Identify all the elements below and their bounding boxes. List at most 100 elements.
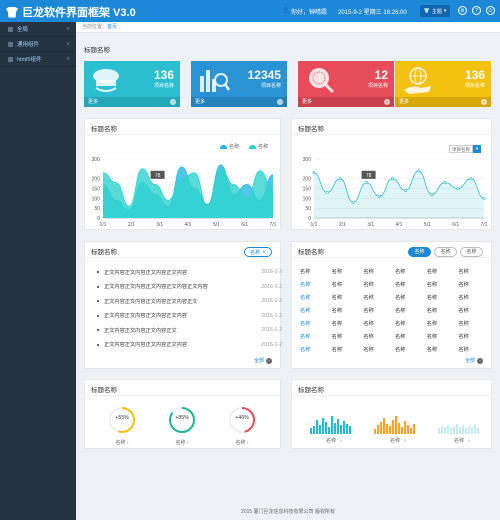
news-text: 正文内容正文内容正文内容正文内容正文内容 bbox=[104, 284, 208, 290]
table-row: 名称 名称 名称 名称 名称 名称 bbox=[298, 291, 488, 304]
data-point bbox=[312, 171, 316, 175]
stat-tile[interactable]: 12345 项目名称 更多 › bbox=[191, 61, 287, 107]
app-title: 巨龙软件界面框架 V3.0 bbox=[22, 7, 136, 19]
x-tick-label: 4/1 bbox=[185, 222, 192, 228]
news-panel: 标题名称 名称 ∨ 正文内容正文内容正文内容正文内容 2016-1-2 正文内容正文内… bbox=[84, 241, 282, 369]
tab-1[interactable]: 名称 bbox=[408, 247, 431, 257]
sidebar-item-common[interactable]: 通用组件 ∨ bbox=[0, 37, 76, 52]
footer: 2015 厦门巨龙信息科技有限公司 版权所有 bbox=[241, 509, 335, 515]
stat-tile[interactable]: 136 项目名称更多 › bbox=[84, 61, 180, 107]
tile-label: 项目名称 bbox=[260, 83, 281, 89]
x-tick-label: 2/1 bbox=[339, 222, 346, 228]
datetime: 2015-9-2 星期三 16:26:00 bbox=[338, 10, 407, 16]
user-greeting[interactable]: 你好，钟晴霞 bbox=[291, 7, 327, 16]
view-all-link[interactable]: 全部 › bbox=[254, 357, 272, 364]
table-cell[interactable]: 名称 bbox=[298, 333, 330, 340]
table-cell[interactable]: 名称 bbox=[298, 346, 330, 353]
bar bbox=[380, 422, 383, 434]
table-cell: 名称 bbox=[331, 282, 343, 288]
table-cell[interactable]: 名称 bbox=[298, 294, 330, 301]
arrow-right-icon: › bbox=[404, 438, 406, 444]
news-item[interactable]: 正文内容正文内容正文内容正文内容 2016-1-2 bbox=[97, 310, 282, 322]
x-tick-label: 1/1 bbox=[311, 222, 318, 228]
table-header-cell: 名称 bbox=[300, 269, 311, 275]
bullet-icon bbox=[97, 285, 99, 288]
x-tick-label: 1/1 bbox=[100, 222, 107, 228]
bar bbox=[319, 425, 322, 434]
stat-tile[interactable]: 12 项目名称 更多 › bbox=[298, 61, 394, 107]
bullet-icon bbox=[97, 314, 99, 317]
breadcrumb-current[interactable]: 首页 bbox=[107, 24, 117, 30]
power-icon[interactable]: ⏻ bbox=[486, 6, 495, 15]
bar bbox=[474, 425, 477, 434]
tooltip-value: 78 bbox=[366, 173, 372, 179]
panel-title: 标题名称 bbox=[91, 249, 117, 256]
tab-3[interactable]: 名称 bbox=[460, 247, 483, 257]
news-text: 正文内容正文内容正文内容正文内容正文 bbox=[104, 298, 198, 305]
table-cell[interactable]: 名称 bbox=[298, 307, 330, 314]
data-point bbox=[430, 192, 434, 196]
settings-icon[interactable]: ⚙ bbox=[458, 6, 467, 15]
x-tick-label: 6/1 bbox=[452, 222, 459, 228]
news-item[interactable]: 正文内容正文内容正文内容正文内容正文内容 2016-1-2 bbox=[97, 281, 282, 293]
table-panel: 标题名称 名称 名称 名称 名称 名称 名称 名称 名称 名称 名称 名称 名称 名称 名称 名称 名称… bbox=[291, 241, 492, 369]
news-item[interactable]: 正文内容正文内容正文内容正文 2016-1-2 bbox=[97, 324, 282, 336]
y-tick-label: 200 bbox=[303, 177, 312, 183]
bar bbox=[346, 424, 349, 434]
table-cell: 名称 bbox=[426, 334, 438, 340]
tile-value: 136 bbox=[464, 68, 485, 82]
gauge-percent: +46% bbox=[235, 415, 249, 421]
arrow-right-icon: › bbox=[170, 99, 176, 105]
news-date: 2016-1-2 bbox=[261, 312, 282, 319]
tile-label: 项目名称 bbox=[153, 83, 174, 89]
sidebar-item-global[interactable]: 全局 ∨ bbox=[0, 22, 76, 37]
bar bbox=[398, 423, 401, 434]
mini-bar-charts: 名称 › 名称 › 名称 › bbox=[310, 416, 480, 444]
theme-button[interactable]: 👕 主题 ▾ bbox=[420, 5, 450, 17]
gauge-label[interactable]: 名称 › bbox=[219, 439, 265, 446]
chevron-down-icon: ∨ bbox=[66, 56, 70, 62]
bar bbox=[337, 419, 340, 434]
gauge-label[interactable]: 名称 › bbox=[99, 439, 145, 446]
bar bbox=[477, 428, 480, 434]
table-cell[interactable]: 名称 bbox=[298, 281, 330, 288]
police-cap-icon bbox=[93, 69, 119, 92]
gauge-label[interactable]: 名称 › bbox=[159, 439, 205, 446]
tile-more-link[interactable]: 更多 › bbox=[298, 97, 394, 107]
bar bbox=[444, 427, 447, 434]
tile-value: 136 bbox=[153, 68, 174, 82]
news-item[interactable]: 正文内容正文内容正文内容正文内容 2016-1-2 bbox=[97, 339, 282, 351]
stat-tile[interactable]: 136 项目名称 更多 › bbox=[395, 61, 491, 107]
tile-more-link[interactable]: 更多 › bbox=[84, 97, 180, 107]
x-tick-label: 3/1 bbox=[156, 222, 163, 228]
tooltip-value: 78 bbox=[155, 173, 161, 179]
gauge-percent: +85% bbox=[175, 415, 189, 421]
bar bbox=[462, 425, 465, 434]
bar bbox=[471, 427, 474, 434]
tile-more-link[interactable]: 更多 › bbox=[191, 97, 287, 107]
news-item[interactable]: 正文内容正文内容正文内容正文内容正文 2016-1-2 bbox=[97, 295, 282, 307]
table-cell: 名称 bbox=[331, 321, 343, 327]
help-icon[interactable]: ? bbox=[472, 6, 481, 15]
table-row: 名称 名称 名称 名称 名称 名称 bbox=[298, 317, 488, 330]
name-dropdown-button[interactable]: 名称 ∨ bbox=[244, 247, 272, 257]
tab-2[interactable]: 名称 bbox=[434, 247, 457, 257]
data-point bbox=[377, 194, 381, 198]
tile-more-link[interactable]: 更多 › bbox=[395, 97, 491, 107]
bar bbox=[340, 425, 343, 434]
chevron-down-icon: ∨ bbox=[66, 26, 70, 32]
bar bbox=[459, 427, 462, 434]
gear-icon bbox=[8, 26, 13, 32]
sidebar-item-label: 通用组件 bbox=[17, 42, 40, 48]
area-chart: 3002001501005001/1 2/1 3/1 4/1 5/1 6/1 7/178 bbox=[303, 157, 488, 228]
table-header-cell: 名称 bbox=[426, 269, 438, 275]
y-tick-label: 100 bbox=[303, 196, 312, 202]
bar-chart-search-icon bbox=[200, 70, 231, 92]
news-date: 2016-1-2 bbox=[261, 269, 282, 275]
table-cell[interactable]: 名称 bbox=[298, 320, 330, 327]
table-cell: 名称 bbox=[363, 321, 374, 327]
view-all-link[interactable]: 全部 › bbox=[465, 357, 483, 364]
news-item[interactable]: 正文内容正文内容正文内容正文内容 2016-1-2 bbox=[97, 266, 282, 278]
sidebar-item-html5[interactable]: html5组件 ∨ bbox=[0, 52, 76, 67]
hand-globe-icon bbox=[404, 67, 431, 94]
